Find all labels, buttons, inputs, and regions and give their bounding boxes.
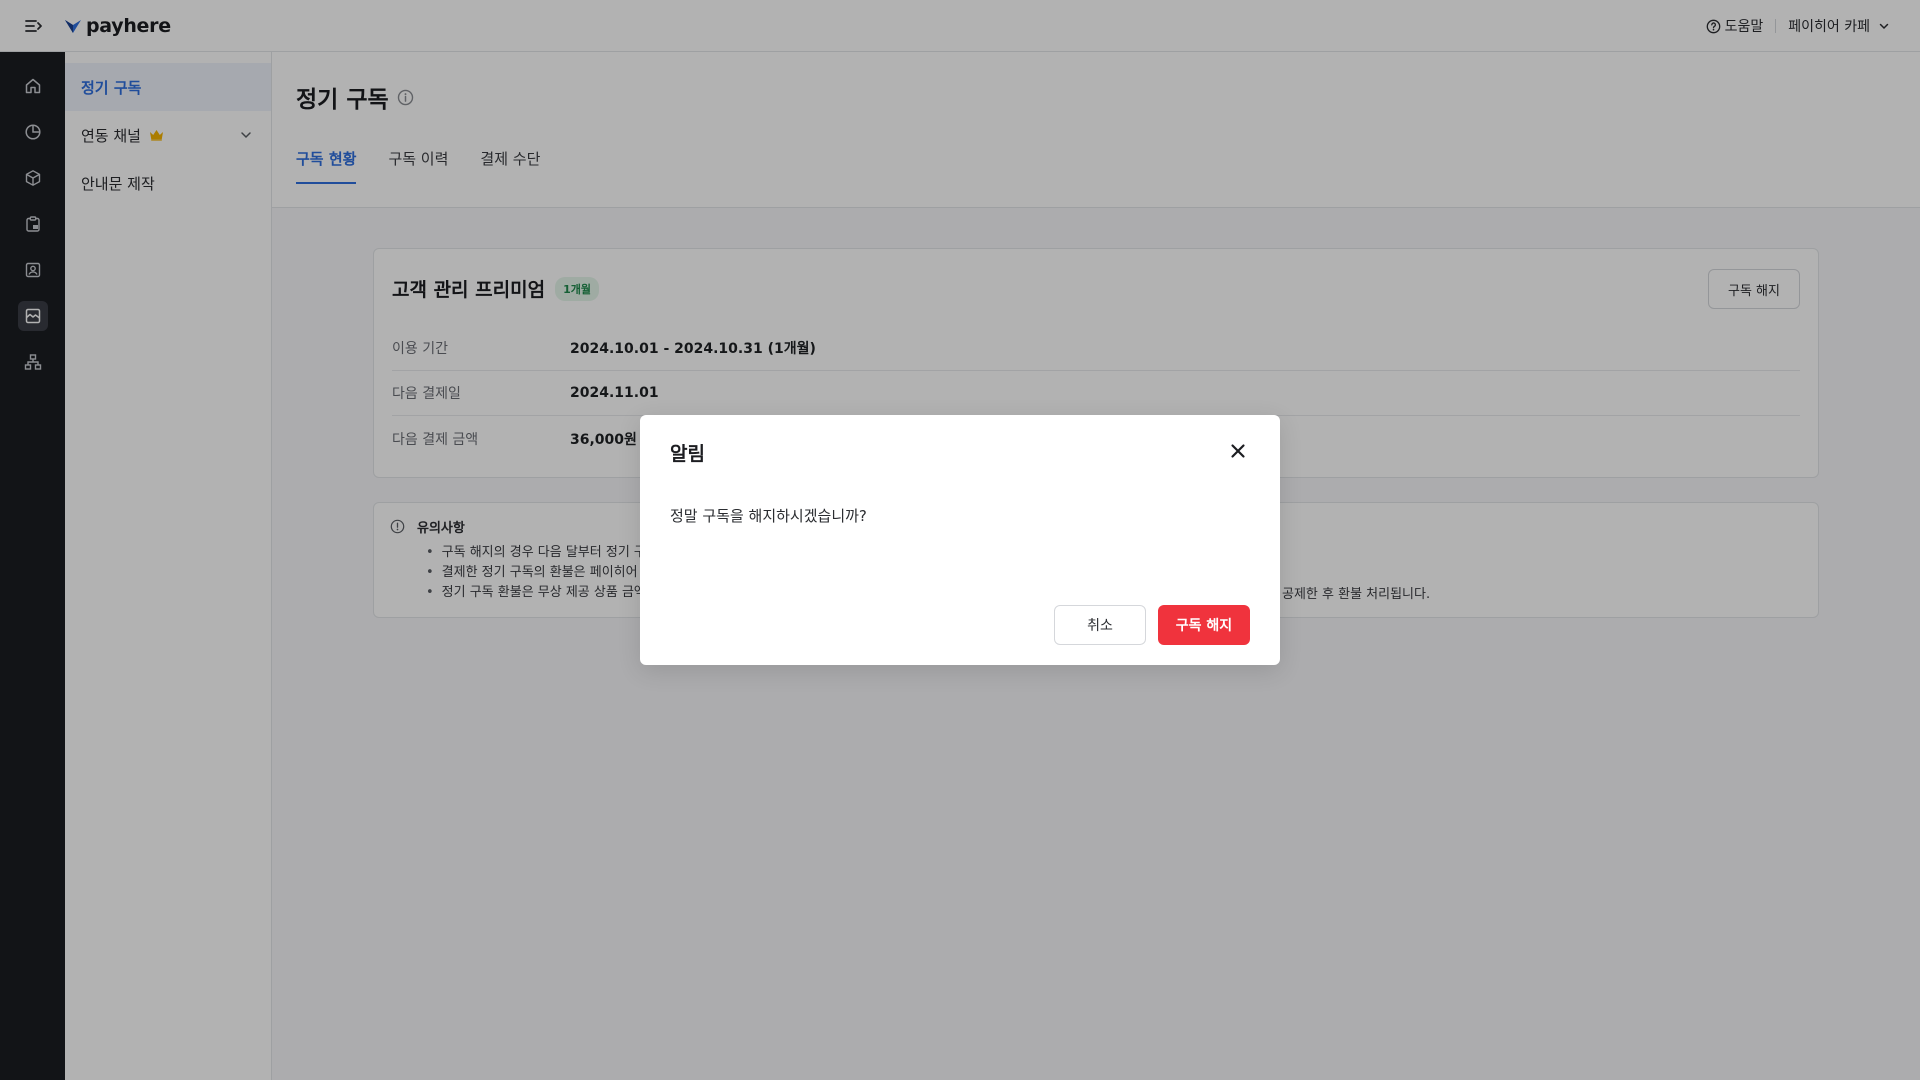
dialog-cancel-button[interactable]: 취소	[1054, 605, 1146, 645]
close-icon	[1231, 444, 1245, 458]
confirm-unsubscribe-button[interactable]: 구독 해지	[1158, 605, 1250, 645]
alert-dialog: 알림 정말 구독을 해지하시겠습니까? 취소 구독 해지	[640, 415, 1280, 665]
close-button[interactable]	[1224, 437, 1252, 465]
dialog-message: 정말 구독을 해지하시겠습니까?	[670, 507, 867, 525]
dialog-title: 알림	[670, 443, 705, 465]
